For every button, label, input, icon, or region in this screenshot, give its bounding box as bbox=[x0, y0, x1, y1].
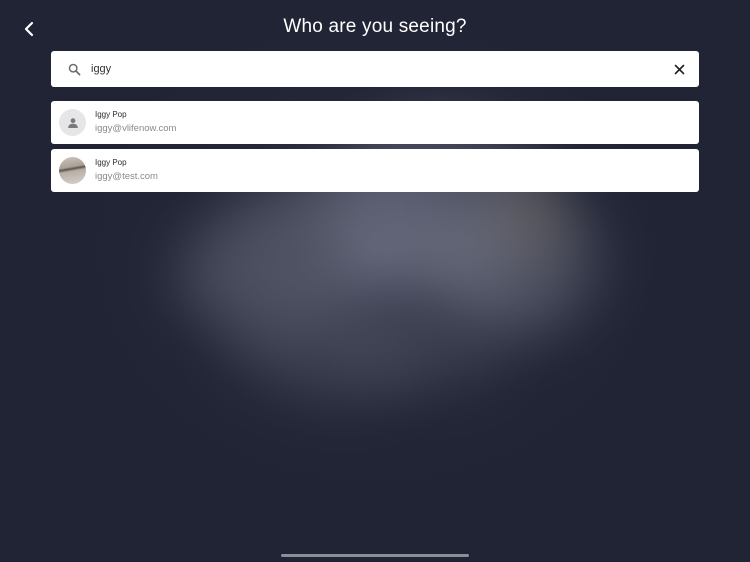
home-indicator[interactable] bbox=[281, 554, 469, 557]
result-name: Iggy Pop bbox=[95, 110, 127, 119]
result-email: iggy@vlifenow.com bbox=[95, 123, 177, 134]
list-item[interactable]: Iggy Pop iggy@vlifenow.com bbox=[51, 101, 699, 144]
page-title: Who are you seeing? bbox=[283, 16, 467, 37]
close-icon bbox=[674, 64, 684, 74]
result-email: iggy@test.com bbox=[95, 171, 158, 182]
result-text: Iggy Pop iggy@test.com bbox=[95, 157, 158, 184]
list-item[interactable]: Iggy Pop iggy@test.com bbox=[51, 149, 699, 192]
result-text: Iggy Pop iggy@vlifenow.com bbox=[95, 109, 176, 136]
search-icon bbox=[59, 63, 89, 76]
search-results-list: Iggy Pop iggy@vlifenow.com Iggy Pop iggy… bbox=[51, 101, 699, 197]
search-input[interactable] bbox=[89, 54, 664, 84]
result-name: Iggy Pop bbox=[95, 158, 127, 167]
screen: Who are you seeing? Iggy P bbox=[0, 0, 750, 562]
search-bar[interactable] bbox=[51, 51, 699, 87]
default-person-icon bbox=[67, 117, 78, 128]
clear-search-button[interactable] bbox=[664, 54, 694, 84]
avatar bbox=[59, 109, 86, 136]
avatar bbox=[59, 157, 86, 184]
